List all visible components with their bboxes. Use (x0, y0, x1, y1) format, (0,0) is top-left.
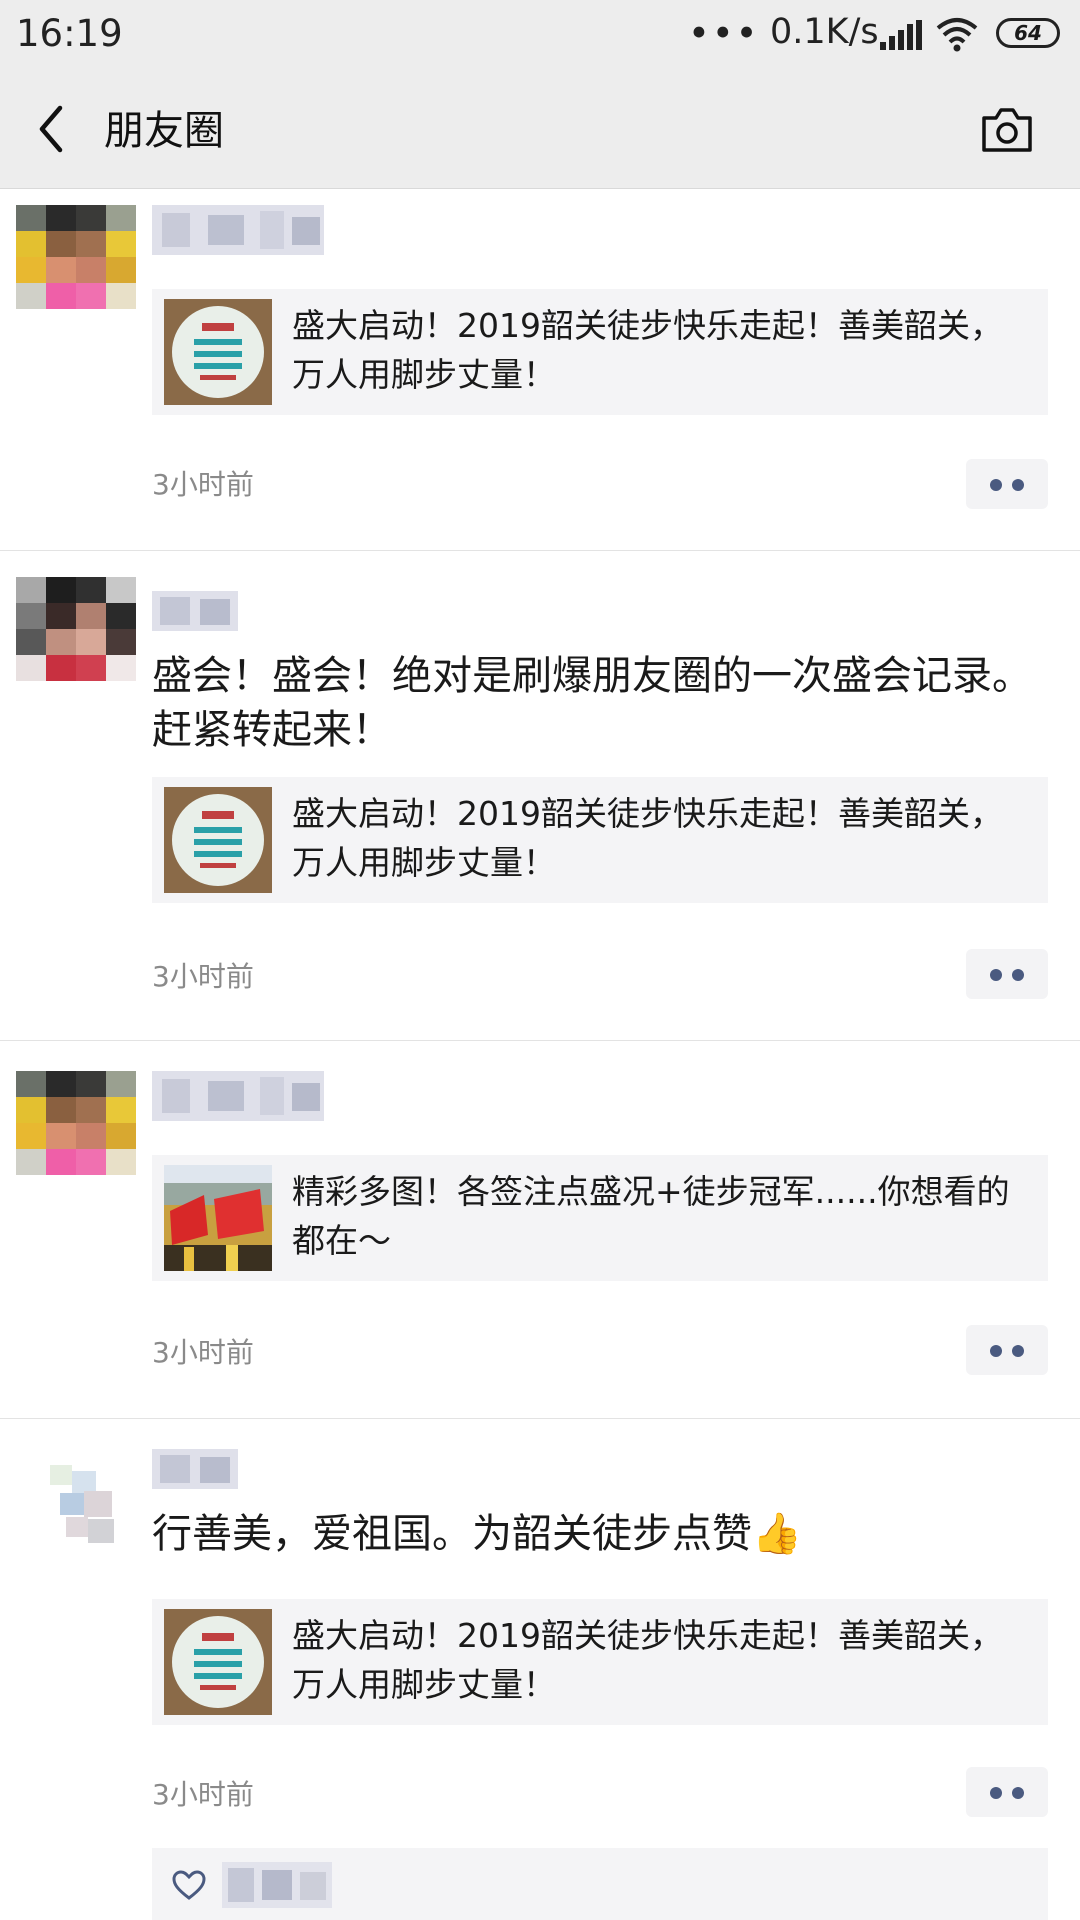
link-card[interactable]: 盛大启动！2019韶关徒步快乐走起！善美韶关，万人用脚步丈量！ (152, 777, 1048, 903)
link-title: 盛大启动！2019韶关徒步快乐走起！善美韶关，万人用脚步丈量！ (292, 1616, 1003, 1704)
moment-post: 行善美，爱祖国。为韶关徒步点赞👍 盛大启动！2019韶关徒步快乐走起！善美韶关，… (0, 1419, 1080, 1920)
moment-post: 盛大启动！2019韶关徒步快乐走起！善美韶关，万人用脚步丈量！ 3小时前 (0, 189, 1080, 549)
more-notifications-icon: ••• (688, 12, 760, 55)
post-time: 3小时前 (152, 960, 254, 993)
battery-icon: 64 (996, 18, 1060, 48)
network-speed: 0.1K/s (770, 12, 879, 52)
link-card[interactable]: 盛大启动！2019韶关徒步快乐走起！善美韶关，万人用脚步丈量！ (152, 289, 1048, 415)
username-blurred[interactable] (152, 205, 324, 255)
link-title: 盛大启动！2019韶关徒步快乐走起！善美韶关，万人用脚步丈量！ (292, 306, 1003, 394)
link-card[interactable]: 盛大启动！2019韶关徒步快乐走起！善美韶关，万人用脚步丈量！ (152, 1599, 1048, 1725)
post-time: 3小时前 (152, 468, 254, 501)
post-actions-button[interactable] (966, 949, 1048, 999)
post-time: 3小时前 (152, 1778, 254, 1811)
moment-post: 精彩多图！各签注点盛况+徒步冠军......你想看的都在～ 3小时前 (0, 1041, 1080, 1417)
username-blurred[interactable] (152, 591, 238, 631)
heart-icon (172, 1870, 206, 1900)
article-thumbnail (164, 787, 272, 893)
avatar[interactable] (16, 1071, 136, 1175)
username-blurred[interactable] (152, 1449, 238, 1489)
post-time: 3小时前 (152, 1336, 254, 1369)
post-actions-button[interactable] (966, 459, 1048, 509)
link-title: 盛大启动！2019韶关徒步快乐走起！善美韶关，万人用脚步丈量！ (292, 794, 1003, 882)
more-dots-icon (990, 969, 1002, 981)
avatar[interactable] (16, 205, 136, 309)
likes-bar (152, 1848, 1048, 1920)
camera-icon[interactable] (980, 104, 1034, 154)
nav-bar: 朋友圈 (0, 70, 1080, 189)
more-dots-icon (990, 1787, 1002, 1799)
link-title: 精彩多图！各签注点盛况+徒步冠军......你想看的都在～ (292, 1172, 1010, 1260)
post-text: 盛会！盛会！绝对是刷爆朋友圈的一次盛会记录。赶紧转起来！ (152, 653, 1032, 753)
chevron-left-icon[interactable] (32, 102, 72, 156)
more-dots-icon (990, 479, 1002, 491)
link-card[interactable]: 精彩多图！各签注点盛况+徒步冠军......你想看的都在～ (152, 1155, 1048, 1281)
wifi-icon (936, 18, 978, 52)
avatar[interactable] (46, 1461, 120, 1549)
post-actions-button[interactable] (966, 1325, 1048, 1375)
status-time: 16:19 (16, 12, 123, 55)
signal-icon (880, 20, 922, 50)
article-thumbnail (164, 1165, 272, 1271)
moment-post: 盛会！盛会！绝对是刷爆朋友圈的一次盛会记录。赶紧转起来！ 盛大启动！2019韶关… (0, 551, 1080, 1039)
status-bar: 16:19 ••• 0.1K/s 64 (0, 0, 1080, 70)
avatar[interactable] (16, 577, 136, 681)
post-actions-button[interactable] (966, 1767, 1048, 1817)
liker-name-blurred[interactable] (222, 1862, 332, 1908)
more-dots-icon (990, 1345, 1002, 1357)
article-thumbnail (164, 299, 272, 405)
username-blurred[interactable] (152, 1071, 324, 1121)
page-title: 朋友圈 (104, 108, 224, 154)
article-thumbnail (164, 1609, 272, 1715)
post-text: 行善美，爱祖国。为韶关徒步点赞👍 (152, 1511, 802, 1557)
